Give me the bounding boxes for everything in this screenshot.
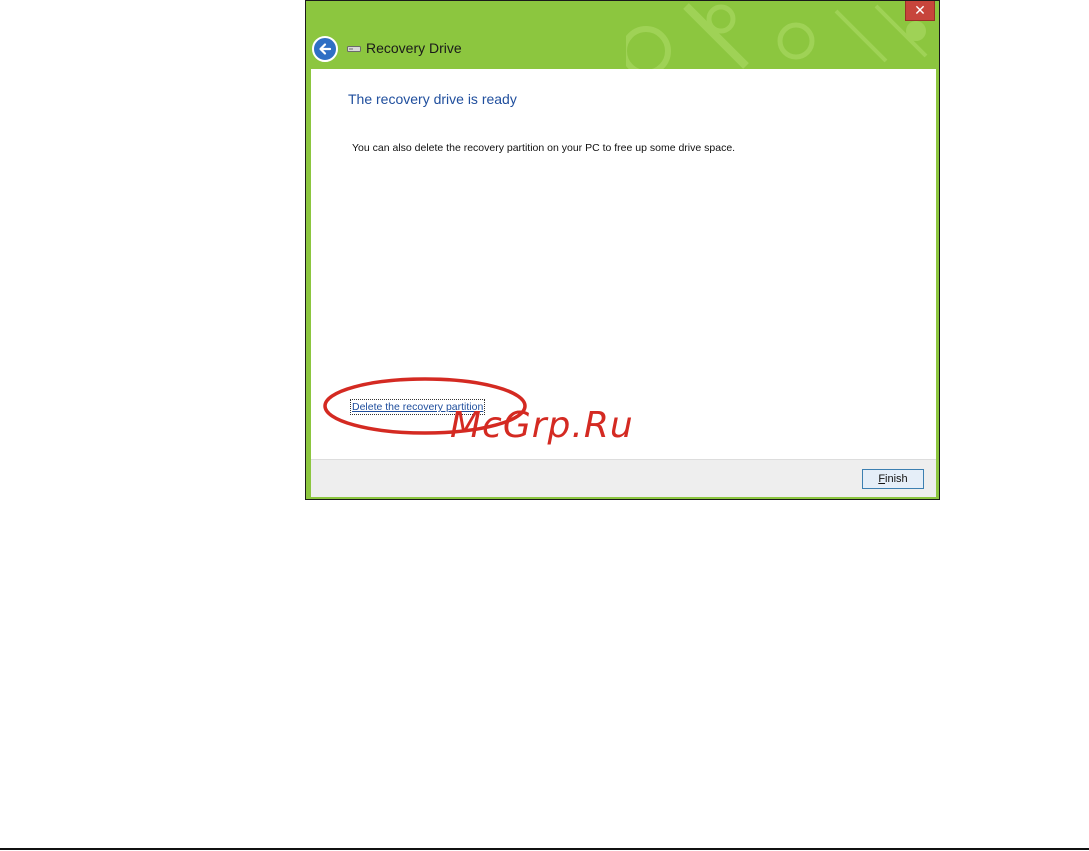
description-text: You can also delete the recovery partiti… [352,142,736,154]
close-icon: ✕ [914,2,926,18]
finish-button[interactable]: Finish [862,469,924,489]
footer-bar: Finish [311,459,936,497]
bottom-rule [0,848,1089,850]
back-arrow-icon [319,43,332,55]
window-background-art [626,3,928,71]
drive-icon [347,46,361,52]
close-button[interactable]: ✕ [905,1,935,21]
back-button[interactable] [312,36,338,62]
watermark: McGrp.Ru [450,405,634,446]
page-heading: The recovery drive is ready [348,91,517,107]
window-title: Recovery Drive [366,40,462,56]
finish-label-rest: inish [885,473,908,485]
